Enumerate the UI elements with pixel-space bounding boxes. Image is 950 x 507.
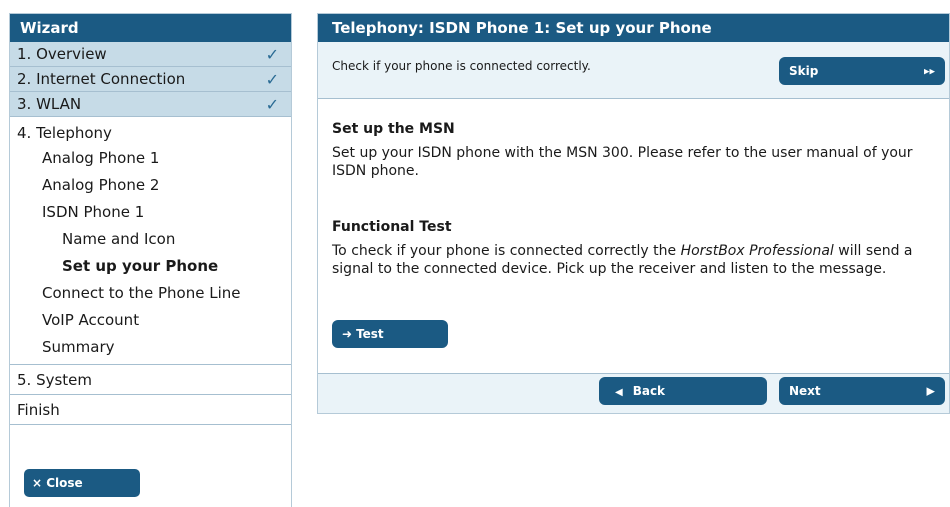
substep-isdn-phone-1[interactable]: ISDN Phone 1 [10,199,291,226]
product-name: HorstBox Professional [680,243,834,259]
substep-set-up-your-phone[interactable]: Set up your Phone [10,253,291,280]
check-icon: ✓ [265,45,279,64]
content-area: Set up the MSN Set up your ISDN phone wi… [318,99,949,374]
step-overview[interactable]: 1. Overview ✓ [10,42,291,67]
msn-heading: Set up the MSN [332,121,455,137]
test-label: Test [356,327,384,341]
test-button[interactable]: ➜ Test [332,320,448,348]
main-panel: Telephony: ISDN Phone 1: Set up your Pho… [317,13,950,414]
arrow-right-icon: ➜ [342,327,353,341]
substep-name-and-icon[interactable]: Name and Icon [10,226,291,253]
sidebar-title: Wizard [10,14,291,42]
substep-summary[interactable]: Summary [10,334,291,361]
skip-label: Skip [789,64,819,78]
step-telephony-group: 4. Telephony Analog Phone 1 Analog Phone… [10,117,291,365]
substep-analog-phone-2[interactable]: Analog Phone 2 [10,172,291,199]
step-finish[interactable]: Finish [10,395,291,425]
substep-voip-account[interactable]: VoIP Account [10,307,291,334]
skip-button[interactable]: Skip ▸▸ [779,57,945,85]
check-bar: Check if your phone is connected correct… [318,42,949,99]
check-instruction: Check if your phone is connected correct… [332,59,591,73]
ft-text-start: To check if your phone is connected corr… [332,243,681,259]
check-icon: ✓ [265,70,279,89]
step-label: 1. Overview [17,45,107,63]
close-button[interactable]: × Close [24,469,140,497]
back-label: Back [632,384,666,398]
next-label: Next [789,384,821,398]
page-title: Telephony: ISDN Phone 1: Set up your Pho… [318,14,949,42]
double-chevron-right-icon: ▸▸ [923,64,935,78]
step-telephony: 4. Telephony [17,124,112,142]
back-button[interactable]: ◀ Back [599,377,767,405]
step-label: 2. Internet Connection [17,70,186,88]
step-label: 3. WLAN [17,95,82,113]
step-wlan[interactable]: 3. WLAN ✓ [10,92,291,117]
functional-test-description: To check if your phone is connected corr… [332,242,942,278]
triangle-right-icon: ▶ [926,384,935,398]
functional-test-heading: Functional Test [332,219,452,235]
check-icon: ✓ [265,95,279,114]
step-internet-connection[interactable]: 2. Internet Connection ✓ [10,67,291,92]
next-button[interactable]: Next ▶ [779,377,945,405]
wizard-sidebar: Wizard 1. Overview ✓ 2. Internet Connect… [9,13,292,507]
msn-description: Set up your ISDN phone with the MSN 300.… [332,145,913,179]
substep-analog-phone-1[interactable]: Analog Phone 1 [10,145,291,172]
substep-connect-phone-line[interactable]: Connect to the Phone Line [10,280,291,307]
step-system[interactable]: 5. System [10,365,291,395]
navigation-bar: ◀ Back Next ▶ [318,374,949,413]
triangle-left-icon: ◀ [615,387,623,398]
